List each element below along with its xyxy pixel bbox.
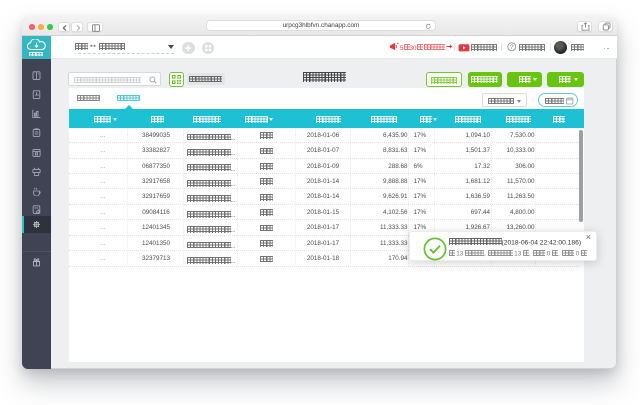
svg-text:?: ? [509, 44, 513, 51]
